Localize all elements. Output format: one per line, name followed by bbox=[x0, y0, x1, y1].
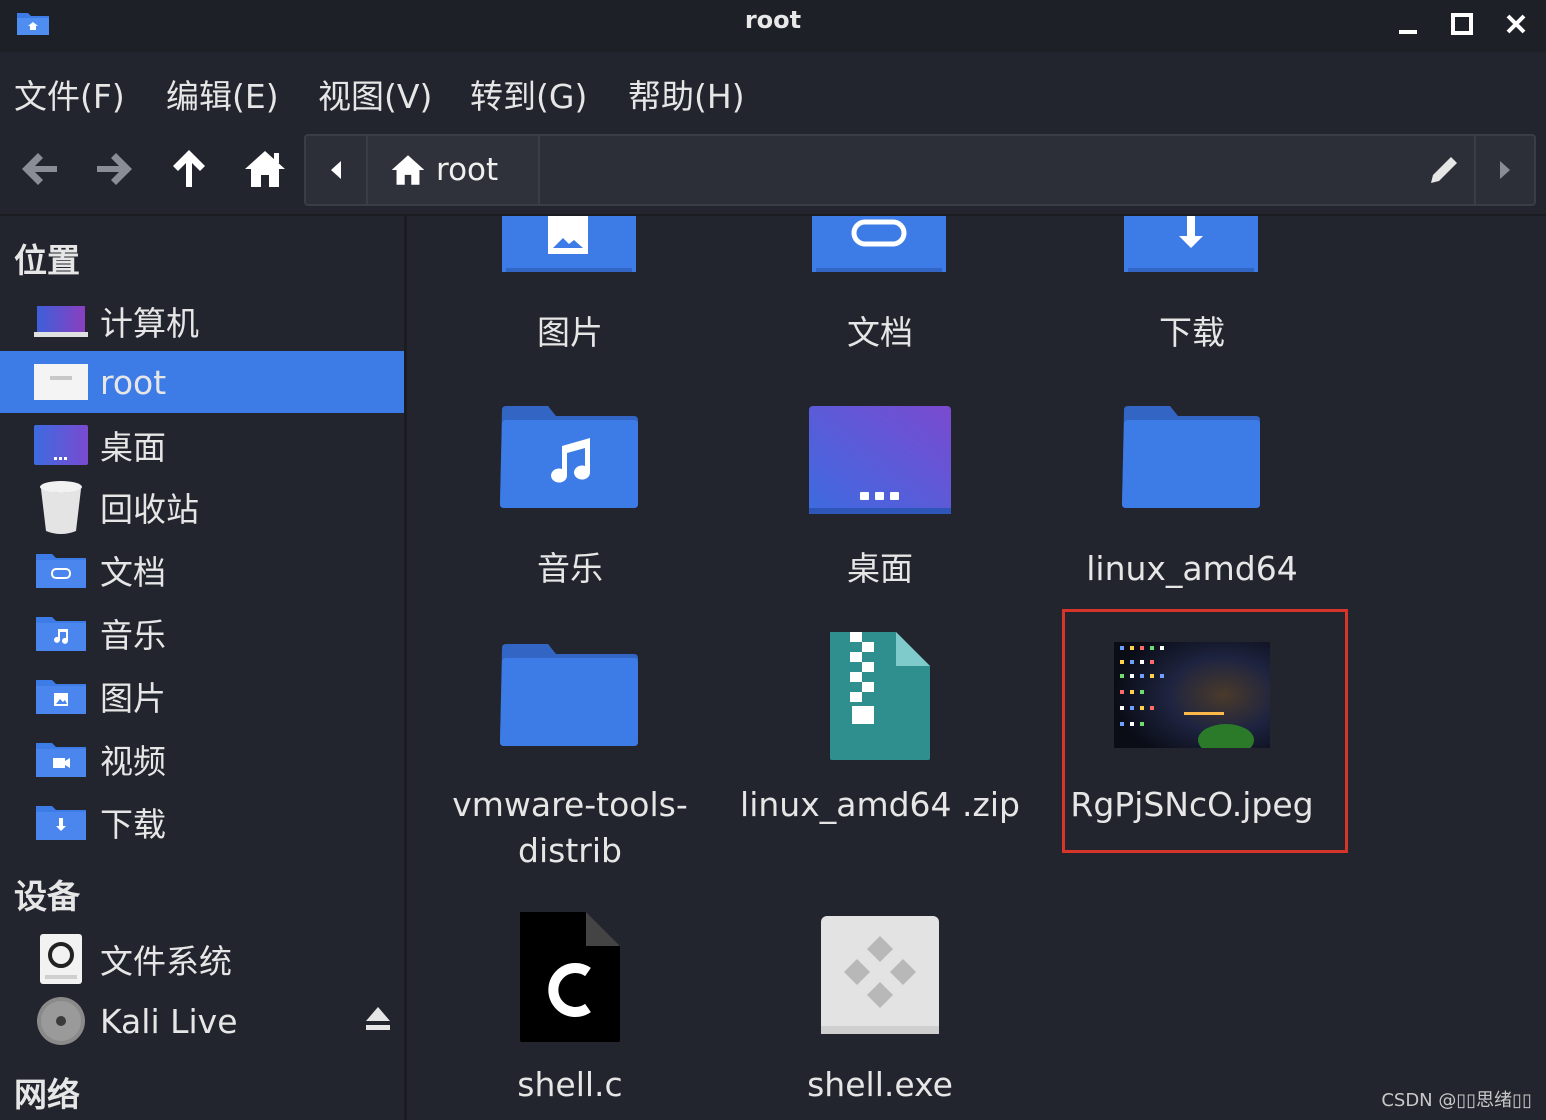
pencil-icon bbox=[1431, 157, 1457, 183]
folder-icon bbox=[1042, 404, 1342, 512]
computer-icon bbox=[34, 301, 88, 341]
edit-location-button[interactable] bbox=[1414, 136, 1474, 204]
title-bar: root bbox=[0, 0, 1546, 52]
sidebar-item-music[interactable]: 音乐 bbox=[0, 602, 404, 664]
sidebar-item-downloads[interactable]: 下载 bbox=[0, 791, 404, 853]
sidebar-item-kali-live[interactable]: Kali Live bbox=[0, 990, 404, 1052]
drive-icon bbox=[34, 933, 88, 985]
sidebar-item-label: 视频 bbox=[100, 742, 166, 781]
sidebar-item-label: 文件系统 bbox=[100, 942, 232, 981]
sidebar-item-label: 下载 bbox=[100, 805, 166, 844]
pictures-folder-icon bbox=[34, 676, 88, 716]
file-name-line-2: distrib bbox=[518, 831, 622, 870]
sidebar-item-pictures[interactable]: 图片 bbox=[0, 665, 404, 727]
file-view: 图片 文档 下载 音乐 桌面 linux_amd64 vmware-tools-… bbox=[408, 216, 1546, 1120]
eject-button[interactable] bbox=[364, 1004, 392, 1039]
c-source-icon bbox=[420, 910, 720, 1044]
close-icon bbox=[1506, 14, 1526, 34]
sidebar-item-label: 桌面 bbox=[100, 428, 166, 467]
sidebar-item-label: 音乐 bbox=[100, 616, 166, 655]
file-name: 桌面 bbox=[847, 549, 913, 588]
sidebar-item-documents[interactable]: 文档 bbox=[0, 539, 404, 601]
downloads-folder-icon bbox=[1042, 216, 1342, 276]
close-button[interactable] bbox=[1496, 6, 1536, 42]
sidebar-item-desktop[interactable]: 桌面 bbox=[0, 414, 404, 476]
devices-header: 设备 bbox=[14, 877, 80, 916]
home-icon bbox=[245, 151, 285, 187]
file-name: 下载 bbox=[1159, 313, 1225, 352]
pictures-folder-icon bbox=[420, 216, 720, 276]
file-name: 音乐 bbox=[537, 549, 603, 588]
sidebar-item-label: 回收站 bbox=[100, 490, 199, 529]
file-name: shell.exe bbox=[807, 1065, 953, 1104]
highlight-box bbox=[1062, 609, 1348, 853]
music-folder-icon bbox=[34, 613, 88, 653]
file-name: shell.c bbox=[517, 1065, 623, 1104]
folder-icon bbox=[420, 642, 720, 750]
watermark: CSDN @▯▯思绪▯▯ bbox=[1381, 1090, 1532, 1111]
file-name-line-1: vmware-tools- bbox=[452, 785, 688, 824]
sidebar-item-label: 计算机 bbox=[100, 304, 199, 343]
arrow-right-icon bbox=[97, 153, 132, 185]
documents-folder-icon bbox=[730, 216, 1030, 276]
menu-bar: 文件(F) 编辑(E) 视图(V) 转到(G) 帮助(H) bbox=[0, 52, 1546, 126]
breadcrumb-root[interactable]: root bbox=[368, 136, 540, 204]
sidebar-item-computer[interactable]: 计算机 bbox=[0, 290, 404, 352]
menu-view[interactable]: 视图(V) bbox=[318, 70, 432, 118]
sidebar-item-videos[interactable]: 视频 bbox=[0, 728, 404, 790]
sidebar-item-trash[interactable]: 回收站 bbox=[0, 476, 404, 538]
documents-folder-icon bbox=[34, 550, 88, 590]
places-header: 位置 bbox=[14, 241, 80, 280]
file-name: 图片 bbox=[537, 313, 603, 352]
home-folder-icon bbox=[34, 362, 88, 402]
maximize-icon bbox=[1451, 13, 1473, 35]
menu-file[interactable]: 文件(F) bbox=[14, 70, 125, 118]
file-name: linux_amd64 bbox=[1086, 549, 1298, 588]
file-name: linux_amd64 .zip bbox=[740, 785, 1020, 824]
zip-archive-icon bbox=[730, 630, 1030, 762]
file-name: 文档 bbox=[847, 313, 913, 352]
minimize-button[interactable] bbox=[1388, 6, 1428, 42]
sidebar-item-filesystem[interactable]: 文件系统 bbox=[0, 928, 404, 990]
optical-disc-icon bbox=[34, 995, 88, 1047]
exe-file-icon bbox=[730, 914, 1030, 1036]
downloads-folder-icon bbox=[34, 802, 88, 842]
path-scroll-right-button[interactable] bbox=[1474, 136, 1534, 204]
triangle-right-icon bbox=[1500, 161, 1510, 179]
window-title: root bbox=[744, 6, 802, 34]
triangle-left-icon bbox=[331, 161, 341, 179]
sidebar-item-label: 图片 bbox=[100, 679, 166, 718]
menu-help[interactable]: 帮助(H) bbox=[628, 70, 745, 118]
breadcrumb-label: root bbox=[436, 152, 499, 188]
sidebar-item-label: Kali Live bbox=[100, 1001, 238, 1041]
path-bar: root bbox=[304, 134, 1536, 206]
trash-icon bbox=[34, 479, 88, 535]
music-folder-icon bbox=[420, 404, 720, 512]
arrow-left-icon bbox=[22, 153, 57, 185]
eject-icon bbox=[366, 1006, 390, 1030]
home-icon bbox=[391, 155, 425, 185]
home-button[interactable] bbox=[240, 144, 290, 194]
menu-go[interactable]: 转到(G) bbox=[470, 70, 587, 118]
maximize-button[interactable] bbox=[1442, 6, 1482, 42]
path-scroll-left-button[interactable] bbox=[306, 136, 368, 204]
menu-edit[interactable]: 编辑(E) bbox=[166, 70, 279, 118]
videos-folder-icon bbox=[34, 739, 88, 779]
sidebar: 位置 计算机 root 桌面 回收站 文档 音乐 图片 视频 下载 设备 文件系… bbox=[0, 216, 407, 1120]
arrow-up-icon bbox=[173, 150, 205, 187]
sidebar-item-label: root bbox=[100, 362, 167, 402]
sidebar-item-root[interactable]: root bbox=[0, 351, 404, 413]
forward-button[interactable] bbox=[88, 144, 138, 194]
network-header: 网络 bbox=[14, 1075, 80, 1114]
desktop-icon bbox=[730, 404, 1030, 516]
desktop-icon bbox=[34, 425, 88, 465]
toolbar: root bbox=[0, 126, 1546, 216]
sidebar-item-label: 文档 bbox=[100, 553, 166, 592]
up-button[interactable] bbox=[164, 144, 214, 194]
minimize-icon bbox=[1399, 30, 1417, 34]
back-button[interactable] bbox=[16, 144, 66, 194]
